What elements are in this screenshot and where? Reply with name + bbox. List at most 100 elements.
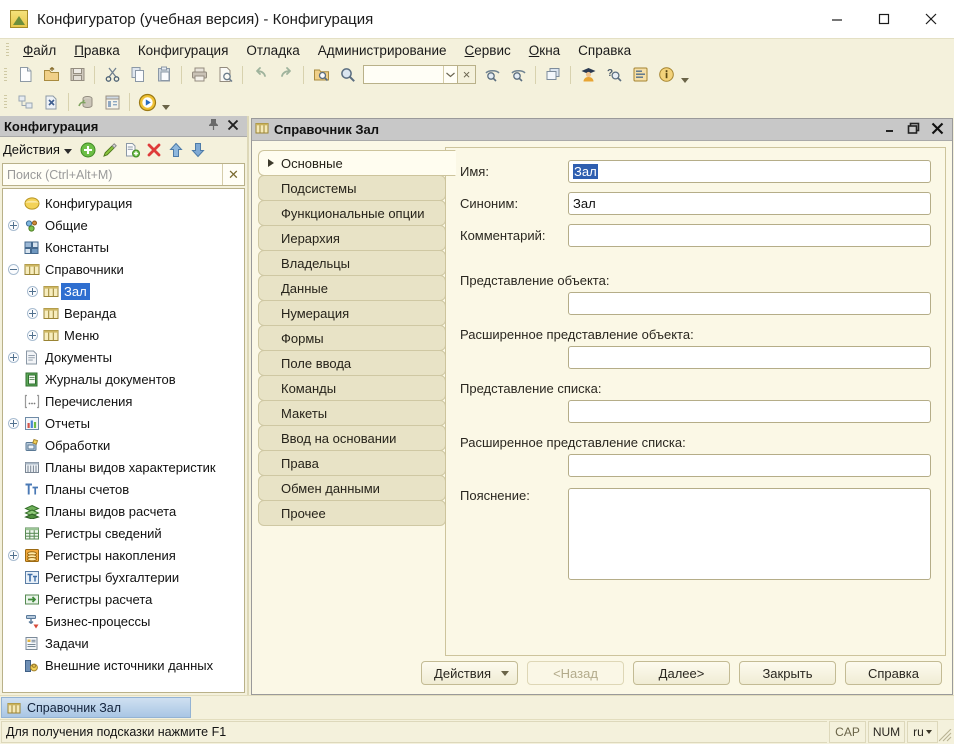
property-tabs[interactable]: ОсновныеПодсистемыФункциональные опцииИе… xyxy=(258,147,446,656)
comment-field[interactable] xyxy=(568,224,931,247)
tree-node-регистры-бухгалтерии[interactable]: Регистры бухгалтерии xyxy=(3,566,244,588)
cut-icon[interactable] xyxy=(99,63,125,87)
help-search-icon[interactable]: ? xyxy=(601,63,627,87)
menu-configuration[interactable]: Конфигурация xyxy=(129,41,238,60)
menu-edit[interactable]: Правка xyxy=(65,41,129,60)
form-designer-icon[interactable] xyxy=(99,90,125,114)
search-icon[interactable] xyxy=(334,63,360,87)
tree-node-планы-видов-характеристик[interactable]: Планы видов характеристик xyxy=(3,456,244,478)
menubar-grip[interactable] xyxy=(4,42,11,58)
print-preview-icon[interactable] xyxy=(212,63,238,87)
name-field[interactable]: Зал xyxy=(568,160,931,183)
toolbar-grip[interactable] xyxy=(2,94,9,110)
close-icon[interactable] xyxy=(907,0,954,38)
tab-макеты[interactable]: Макеты xyxy=(258,400,446,426)
close-icon[interactable]: ✕ xyxy=(222,164,244,185)
explanation-field[interactable] xyxy=(568,488,931,580)
toolbar-grip[interactable] xyxy=(2,67,9,83)
configuration-tree[interactable]: КонфигурацияОбщиеКонстантыСправочникиЗал… xyxy=(2,188,245,693)
tree-node-планы-счетов[interactable]: Планы счетов xyxy=(3,478,244,500)
tree-node-конфигурация[interactable]: Конфигурация xyxy=(3,192,244,214)
collapse-icon[interactable] xyxy=(5,260,22,278)
expand-icon[interactable] xyxy=(5,546,22,564)
tab-подсистемы[interactable]: Подсистемы xyxy=(258,175,446,201)
search-input[interactable] xyxy=(3,167,222,183)
student-icon[interactable] xyxy=(575,63,601,87)
synonym-field[interactable]: Зал xyxy=(568,192,931,215)
restore-icon[interactable] xyxy=(907,122,920,138)
tree-node-обработки[interactable]: Обработки xyxy=(3,434,244,456)
menu-service[interactable]: Сервис xyxy=(456,41,520,60)
extended-list-presentation-field[interactable] xyxy=(568,454,931,477)
tab-нумерация[interactable]: Нумерация xyxy=(258,300,446,326)
close-button[interactable]: Закрыть xyxy=(739,661,836,685)
tree-node-константы[interactable]: Константы xyxy=(3,236,244,258)
search-combo-clear-icon[interactable]: × xyxy=(458,65,476,84)
tree-node-задачи[interactable]: Задачи xyxy=(3,632,244,654)
tree-node-документы[interactable]: Документы xyxy=(3,346,244,368)
edit-icon[interactable] xyxy=(101,141,119,159)
toolbar-overflow-caret[interactable] xyxy=(160,92,172,112)
minimize-icon[interactable] xyxy=(813,0,860,38)
add-icon[interactable] xyxy=(79,141,97,159)
next-button[interactable]: Далее> xyxy=(633,661,730,685)
update-db-config-icon[interactable] xyxy=(73,90,99,114)
maximize-icon[interactable] xyxy=(860,0,907,38)
menu-file[interactable]: Файл xyxy=(14,41,65,60)
tree-node-общие[interactable]: Общие xyxy=(3,214,244,236)
open-folder-icon[interactable] xyxy=(38,63,64,87)
tab-права[interactable]: Права xyxy=(258,450,446,476)
delete-icon[interactable] xyxy=(145,141,163,159)
tab-формы[interactable]: Формы xyxy=(258,325,446,351)
tab-ввод-на-основании[interactable]: Ввод на основании xyxy=(258,425,446,451)
menu-debug[interactable]: Отладка xyxy=(237,41,308,60)
resize-grip-icon[interactable] xyxy=(938,720,954,744)
new-file-icon[interactable] xyxy=(12,63,38,87)
find-next-icon[interactable] xyxy=(505,63,531,87)
close-icon[interactable] xyxy=(931,122,944,138)
actions-button[interactable]: Действия xyxy=(421,661,518,685)
object-presentation-field[interactable] xyxy=(568,292,931,315)
tab-функциональные-опции[interactable]: Функциональные опции xyxy=(258,200,446,226)
tab-данные[interactable]: Данные xyxy=(258,275,446,301)
tab-иерархия[interactable]: Иерархия xyxy=(258,225,446,251)
expand-icon[interactable] xyxy=(5,414,22,432)
help-button[interactable]: Справка xyxy=(845,661,942,685)
pin-icon[interactable] xyxy=(208,118,219,134)
expand-icon[interactable] xyxy=(24,326,41,344)
toolbar-overflow-caret[interactable] xyxy=(679,65,691,85)
save-icon[interactable] xyxy=(64,63,90,87)
tab-прочее[interactable]: Прочее xyxy=(258,500,446,526)
tree-node-бизнес-процессы[interactable]: Бизнес-процессы xyxy=(3,610,244,632)
back-button[interactable]: <Назад xyxy=(527,661,624,685)
chevron-down-icon[interactable] xyxy=(64,142,72,157)
tab-владельцы[interactable]: Владельцы xyxy=(258,250,446,276)
menu-windows[interactable]: Окна xyxy=(520,41,569,60)
windows-icon[interactable] xyxy=(540,63,566,87)
taskbar-item-catalog-zal[interactable]: Справочник Зал xyxy=(1,697,191,718)
search-combo[interactable] xyxy=(363,65,458,84)
tree-node-перечисления[interactable]: Перечисления xyxy=(3,390,244,412)
expand-icon[interactable] xyxy=(24,282,41,300)
about-icon[interactable] xyxy=(653,63,679,87)
expand-icon[interactable] xyxy=(5,216,22,234)
minimize-icon[interactable] xyxy=(884,122,896,137)
extended-object-presentation-field[interactable] xyxy=(568,346,931,369)
tree-node-планы-видов-расчета[interactable]: Планы видов расчета xyxy=(3,500,244,522)
tree-node-зал[interactable]: Зал xyxy=(3,280,244,302)
start-debug-icon[interactable] xyxy=(134,90,160,114)
menu-administration[interactable]: Администрирование xyxy=(309,41,456,60)
tree-node-регистры-расчета[interactable]: Регистры расчета xyxy=(3,588,244,610)
tree-node-веранда[interactable]: Веранда xyxy=(3,302,244,324)
find-in-files-icon[interactable] xyxy=(308,63,334,87)
tab-поле-ввода[interactable]: Поле ввода xyxy=(258,350,446,376)
tab-обмен-данными[interactable]: Обмен данными xyxy=(258,475,446,501)
move-up-icon[interactable] xyxy=(167,141,185,159)
tab-основные[interactable]: Основные xyxy=(258,150,456,176)
status-language-selector[interactable]: ru xyxy=(907,721,938,743)
undo-icon[interactable] xyxy=(247,63,273,87)
paste-icon[interactable] xyxy=(151,63,177,87)
print-icon[interactable] xyxy=(186,63,212,87)
expand-icon[interactable] xyxy=(5,348,22,366)
chevron-down-icon[interactable] xyxy=(443,66,457,83)
